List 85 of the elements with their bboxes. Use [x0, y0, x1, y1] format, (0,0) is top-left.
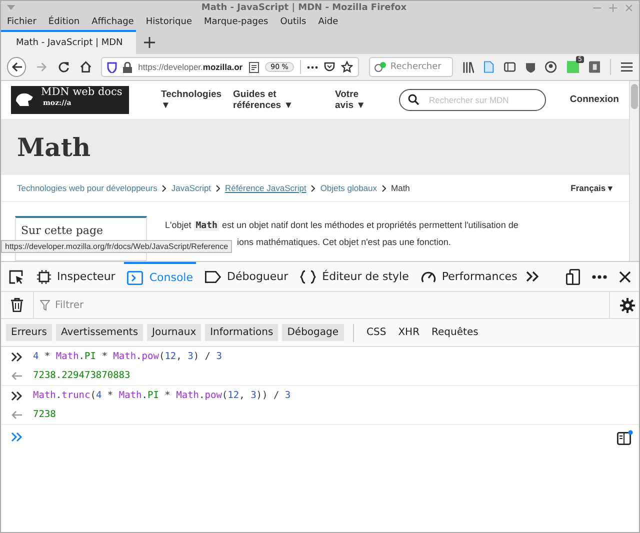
console-line: 7238.229473870883 [33, 370, 130, 381]
paragraph-line: L'objet Math est un objet natif dont les méthodes et propriétés permettent l'utilisation de [165, 220, 518, 231]
star-icon[interactable] [341, 61, 354, 73]
devtools-tab[interactable]: Éditeur de style [297, 262, 412, 291]
filter-toggle[interactable]: Informations [205, 324, 278, 341]
new-tab-icon[interactable] [144, 36, 155, 48]
menu-item[interactable]: Historique [146, 17, 192, 27]
menu-item[interactable]: Aide [318, 17, 338, 27]
breadcrumb-link[interactable]: Référence JavaScript [225, 183, 306, 194]
console-line: Math.trunc(4 * Math.PI * Math.pow(12, 3)) / 3 [33, 390, 291, 401]
filter-toggle[interactable]: Journaux [147, 324, 202, 341]
nav-menu-link[interactable]: Votre avis ▼ [335, 88, 375, 111]
scrollbar[interactable] [629, 81, 639, 261]
trash-icon[interactable] [11, 298, 23, 312]
console-icon [127, 270, 144, 284]
devtools-tab[interactable]: Débogueur [202, 262, 292, 291]
lock-icon [123, 62, 132, 72]
reader-view-icon[interactable] [248, 62, 259, 72]
pocket-icon[interactable] [324, 62, 336, 72]
window-title: Math - JavaScript | MDN - Mozilla Firefox [200, 2, 408, 12]
chevrons-icon[interactable] [526, 271, 540, 282]
reload-icon[interactable] [58, 61, 70, 73]
more-icon[interactable] [592, 274, 607, 278]
chevron-icon [382, 184, 386, 192]
filter-toggle[interactable]: XHR [394, 324, 424, 341]
tag-icon [205, 270, 221, 282]
nav-menu-link[interactable]: Technologies ▼ [161, 88, 227, 111]
account-icon[interactable] [545, 61, 557, 73]
home-icon[interactable] [80, 61, 92, 73]
devtools-tab[interactable]: Performances [418, 262, 520, 291]
status-url-tooltip: https://developer.mozilla.org/fr/docs/Web/JavaScript/Reference [1, 240, 232, 253]
nav-menu-link[interactable]: Guides et références ▼ [233, 88, 323, 111]
return-arrow-icon [11, 410, 23, 420]
prompt-icon [11, 432, 23, 442]
return-arrow-icon [11, 370, 23, 380]
filter-toggle[interactable]: Requêtes [428, 324, 482, 341]
shield-icon[interactable] [526, 62, 536, 72]
filter-toggle[interactable]: Débogage [282, 324, 344, 341]
filter-toggle[interactable]: CSS [362, 324, 390, 341]
close-icon[interactable] [619, 270, 631, 282]
funnel-icon [40, 300, 50, 310]
search-icon [374, 62, 386, 72]
menu-item[interactable]: Édition [48, 17, 80, 27]
chevron-icon [162, 184, 166, 192]
extension-icon[interactable] [588, 61, 600, 73]
chevron-icon [311, 184, 316, 192]
page-title: Math [17, 132, 91, 162]
sidebar-heading: Sur cette page [21, 224, 104, 237]
gauge-icon [420, 270, 436, 284]
inspector-icon [37, 270, 51, 284]
filter-toggle[interactable]: Avertissements [56, 324, 144, 341]
menu-icon[interactable] [621, 62, 634, 72]
sidebar-toggle-icon[interactable] [617, 430, 633, 444]
settings-icon[interactable] [620, 298, 635, 312]
breadcrumb-link[interactable]: JavaScript [171, 183, 212, 194]
menu-item[interactable]: Fichier [7, 17, 36, 27]
login-link[interactable]: Connexion [570, 94, 619, 106]
braces-icon [300, 270, 316, 284]
filter-toggle[interactable]: Erreurs [6, 324, 52, 341]
language-select[interactable]: Français ▾ [570, 183, 613, 194]
menu-item[interactable]: Affichage [92, 17, 134, 27]
extension-icon[interactable] [566, 61, 579, 73]
more-icon[interactable] [307, 66, 318, 68]
url-text: https://developer.mozilla.or [138, 62, 243, 72]
browser-tab[interactable]: Math - JavaScript | MDN [1, 30, 136, 54]
element-picker-icon[interactable] [9, 270, 24, 284]
menu-item[interactable]: Outils [280, 17, 306, 27]
back-arrow-icon [10, 61, 23, 73]
document-icon[interactable] [484, 61, 494, 73]
prompt-icon [11, 390, 23, 400]
responsive-mode-icon[interactable] [566, 268, 580, 284]
console-line: 4 * Math.PI * Math.pow(12, 3) / 3 [33, 351, 222, 362]
breadcrumb-link[interactable]: Technologies web pour développeurs [17, 183, 158, 194]
library-icon[interactable] [462, 62, 474, 72]
console-line: 7238 [33, 409, 56, 420]
search-icon [408, 94, 419, 106]
back-button[interactable] [7, 57, 26, 77]
sidebar-icon[interactable] [504, 62, 516, 72]
chevron-icon [216, 184, 220, 192]
shield-icon [107, 62, 118, 72]
breadcrumb-link[interactable]: Objets globaux [320, 183, 378, 194]
search-field[interactable]: Rechercher [369, 57, 453, 77]
prompt-icon [11, 352, 23, 362]
menu-item[interactable]: Marque-pages [204, 17, 268, 27]
devtools-tab[interactable]: Inspecteur [34, 262, 118, 291]
